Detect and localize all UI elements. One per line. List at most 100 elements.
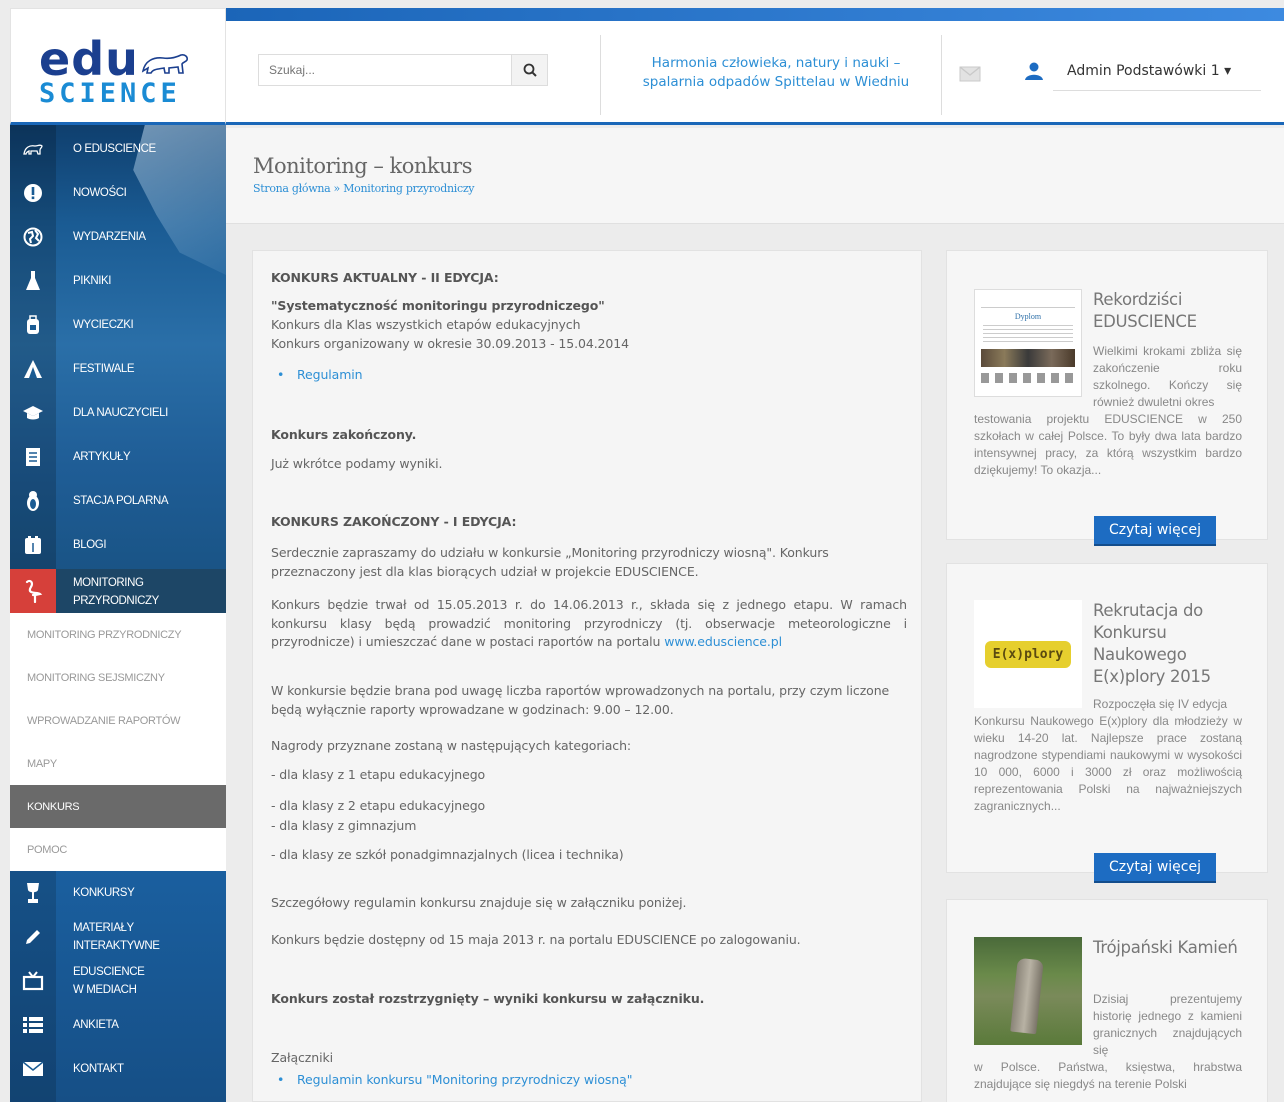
sidebar-item-wydarzenia[interactable]: WYDARZENIA <box>10 215 226 259</box>
headline-line-1: Harmonia człowieka, natury i nauki – <box>651 55 901 71</box>
page-header: Monitoring – konkurs Strona główna » Mon… <box>226 128 1284 224</box>
logo[interactable]: edu SCIENCE <box>10 8 226 125</box>
sidebar-item-nowosci[interactable]: NOWOŚCI <box>10 171 226 215</box>
read-more-button[interactable]: Czytaj więcej <box>1094 853 1216 883</box>
mail-icon[interactable] <box>959 66 981 82</box>
portal-link[interactable]: www.eduscience.pl <box>664 634 782 649</box>
category-item: - dla klasy ze szkół ponadgimnazjalnych … <box>271 847 624 862</box>
bear-icon <box>10 127 56 171</box>
sidebar-item-label: ARTYKUŁY <box>73 451 131 463</box>
sidebar-item-eduscience-w-mediach[interactable]: EDUSCIENCE W MEDIACH <box>10 959 226 1003</box>
sidebar-item-dla-nauczycieli[interactable]: DLA NAUCZYCIELI <box>10 391 226 435</box>
paragraph-availability: Konkurs będzie dostępny od 15 maja 2013 … <box>271 932 801 947</box>
sidebar-item-konkursy[interactable]: KONKURSY <box>10 871 226 915</box>
article-card: KONKURS AKTUALNY - II EDYCJA: "Systematy… <box>252 250 922 1102</box>
bullet: • <box>277 1072 285 1087</box>
sidebar-bottom-nav: KONKURSY MATERIAŁY INTERAKTYWNE EDUSCIENC… <box>10 871 226 1102</box>
envelope-icon <box>10 1047 56 1091</box>
sidebar-item-o-eduscience[interactable]: O EDUSCIENCE <box>10 127 226 171</box>
contest-audience: Konkurs dla Klas wszystkich etapów eduka… <box>271 317 581 332</box>
excerpt-part-1: Wielkimi krokami zbliża się zakończenie … <box>1093 344 1242 409</box>
paragraph-rules: W konkursie będzie brana pod uwagę liczb… <box>271 683 890 717</box>
sidebar-item-wycieczki[interactable]: WYCIECZKI <box>10 303 226 347</box>
regulamin-link[interactable]: Regulamin <box>297 367 363 382</box>
sidebar-item-monitoring-przyrodniczy[interactable]: MONITORING PRZYRODNICZY <box>10 569 226 613</box>
polar-bear-icon <box>141 54 188 74</box>
attachment-link[interactable]: Regulamin konkursu "Monitoring przyrodni… <box>297 1072 632 1087</box>
headline-link[interactable]: Harmonia człowieka, natury i nauki – spa… <box>616 54 936 92</box>
header: Harmonia człowieka, natury i nauki – spa… <box>226 21 1284 125</box>
heading-text: KONKURS AKTUALNY - II EDYCJA: <box>271 270 499 285</box>
sidebar-item-artykuly[interactable]: ARTYKUŁY <box>10 435 226 479</box>
graduation-cap-icon <box>10 391 56 435</box>
sidebar-item-label: WYDARZENIA <box>73 231 146 243</box>
contest-period: Konkurs organizowany w okresie 30.09.201… <box>271 336 629 351</box>
side-card-trojpanski-kamien: Trójpański Kamień Dzisiaj prezentujemy h… <box>946 899 1268 1102</box>
ended-text: Konkurs zakończony. <box>271 427 417 442</box>
sidebar-active-line-2: PRZYRODNICZY <box>73 595 159 607</box>
paragraph-prizes: Nagrody przyznane zostaną w następującyc… <box>271 738 632 753</box>
section-heading-ended: KONKURS ZAKOŃCZONY - I EDYCJA: <box>271 513 907 532</box>
trophy-icon <box>10 871 56 915</box>
sidebar-item-festiwale[interactable]: FESTIWALE <box>10 347 226 391</box>
sidebar: O EDUSCIENCE NOWOŚCI WYDARZENIA PIKNIKI … <box>10 125 226 1102</box>
paragraph-duration: Konkurs będzie trwał od 15.05.2013 r. do… <box>271 596 907 652</box>
sidebar-item-label: KONTAKT <box>73 1063 124 1075</box>
sidebar-item-pikniki[interactable]: PIKNIKI <box>10 259 226 303</box>
sidebar-item-kontakt[interactable]: KONTAKT <box>10 1047 226 1091</box>
results-note: Konkurs został rozstrzygnięty – wyniki k… <box>271 990 907 1009</box>
results-soon: Już wkrótce podamy wyniki. <box>271 456 443 471</box>
header-divider <box>941 35 942 115</box>
heading-text: KONKURS ZAKOŃCZONY - I EDYCJA: <box>271 514 517 529</box>
side-card-title[interactable]: Rekrutacja do Konkursu Naukowego E(x)plo… <box>1093 600 1243 688</box>
tv-icon <box>10 959 56 1003</box>
submenu-item-konkurs[interactable]: KONKURS <box>10 785 226 828</box>
side-card-excerpt: Wielkimi krokami zbliża się zakończenie … <box>974 343 1242 479</box>
attachments-label: Załączniki <box>271 1050 333 1065</box>
explory-logo-thumbnail[interactable]: E(x)plory <box>974 600 1082 708</box>
label-line-2: INTERAKTYWNE <box>73 940 160 952</box>
sidebar-item-label: NOWOŚCI <box>73 187 127 199</box>
sidebar-item-blogi[interactable]: BLOGI <box>10 523 226 567</box>
sidebar-item-label: O EDUSCIENCE <box>73 143 156 155</box>
sidebar-item-label: MONITORING PRZYRODNICZY <box>73 574 159 610</box>
sidebar-item-label: BLOGI <box>73 539 107 551</box>
search-button[interactable] <box>512 54 548 86</box>
side-card-excerpt: Dzisiaj prezentujemy historię jednego z … <box>974 991 1242 1093</box>
section-heading-current: KONKURS AKTUALNY - II EDYCJA: <box>271 269 907 288</box>
breadcrumb[interactable]: Strona główna » Monitoring przyrodniczy <box>253 182 475 195</box>
submenu-item-mapy[interactable]: MAPY <box>10 742 226 785</box>
excerpt-part-1: Dzisiaj prezentujemy historię jednego z … <box>1093 992 1242 1057</box>
label-line-1: MATERIAŁY <box>73 922 134 934</box>
sidebar-item-label: ANKIETA <box>73 1019 119 1031</box>
category-item: - dla klasy z 2 etapu edukacyjnego <box>271 798 486 813</box>
sidebar-item-stacja-polarna[interactable]: STACJA POLARNA <box>10 479 226 523</box>
submenu-item-wprowadzanie-raportow[interactable]: WPROWADZANIE RAPORTÓW <box>10 699 226 742</box>
sidebar-active-line-1: MONITORING <box>73 577 144 589</box>
logo-science-text: SCIENCE <box>39 78 181 109</box>
sidebar-item-materialy-interaktywne[interactable]: MATERIAŁY INTERAKTYWNE <box>10 915 226 959</box>
submenu-item-monitoring-sejsmiczny[interactable]: MONITORING SEJSMICZNY <box>10 656 226 699</box>
tent-icon <box>10 347 56 391</box>
submenu-item-pomoc[interactable]: POMOC <box>10 828 226 871</box>
sidebar-item-label: STACJA POLARNA <box>73 495 169 507</box>
side-card-title[interactable]: Rekordziści EDUSCIENCE <box>1093 289 1267 333</box>
search-input[interactable] <box>258 54 512 86</box>
exclamation-icon <box>10 171 56 215</box>
sidebar-item-label: EDUSCIENCE W MEDIACH <box>73 963 145 999</box>
sidebar-item-label: MATERIAŁY INTERAKTYWNE <box>73 919 160 955</box>
page-title: Monitoring – konkurs <box>253 154 473 178</box>
sidebar-item-label: KONKURSY <box>73 887 135 899</box>
read-more-button[interactable]: Czytaj więcej <box>1094 516 1216 546</box>
label-line-2: W MEDIACH <box>73 984 137 996</box>
sidebar-item-ankieta[interactable]: ANKIETA <box>10 1003 226 1047</box>
side-card-excerpt: Rozpoczęła się IV edycja Konkursu Naukow… <box>974 696 1242 815</box>
explory-logo-text: E(x)plory <box>984 640 1072 668</box>
side-card-title[interactable]: Trójpański Kamień <box>1093 937 1238 959</box>
label-line-1: EDUSCIENCE <box>73 966 145 978</box>
sidebar-item-label: WYCIECZKI <box>73 319 134 331</box>
list-icon <box>10 1003 56 1047</box>
quote-text: "Systematyczność monitoringu przyrodnicz… <box>271 298 605 313</box>
user-menu-dropdown[interactable]: Admin Podstawówki 1 ▾ <box>1053 57 1261 91</box>
submenu-item-monitoring-przyrodniczy[interactable]: MONITORING PRZYRODNICZY <box>10 613 226 656</box>
